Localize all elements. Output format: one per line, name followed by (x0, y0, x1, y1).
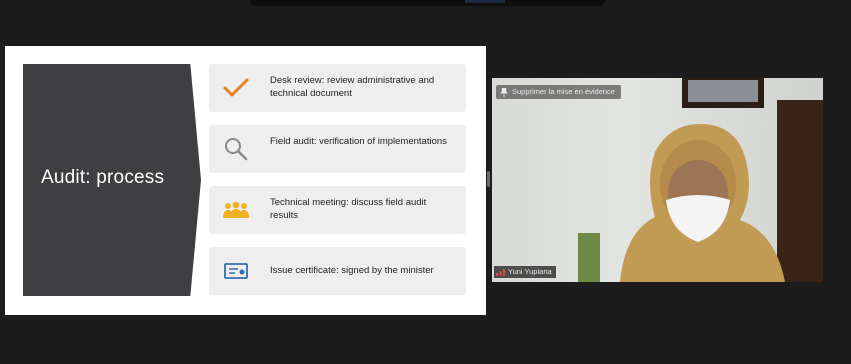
split-drag-handle[interactable] (487, 171, 490, 187)
shared-slide: Audit: process Desk review: review admin… (5, 46, 486, 315)
step-card-desk-review: Desk review: review administrative and t… (209, 64, 466, 112)
slide-title-panel: Audit: process (23, 64, 201, 296)
slide-title: Audit: process (41, 167, 165, 188)
meeting-top-bar (250, 0, 605, 6)
step-card-technical-meeting: Technical meeting: discuss field audit r… (209, 186, 466, 234)
checkmark-icon (221, 74, 251, 102)
step-text: Issue certificate: signed by the ministe… (270, 265, 434, 276)
wall-picture-frame (682, 78, 764, 108)
plant (578, 233, 600, 282)
certificate-icon (221, 257, 251, 285)
remove-spotlight-label: Supprimer la mise en évidence (512, 87, 615, 96)
participant-name: Yuni Yupiana (508, 267, 552, 276)
signal-bars-icon (496, 268, 505, 276)
participant-video-tile[interactable]: Supprimer la mise en évidence Yuni Yupia… (492, 78, 823, 282)
pin-icon (500, 87, 508, 97)
step-card-field-audit: Field audit: verification of implementat… (209, 125, 466, 173)
step-text: Desk review: review administrative and t… (270, 75, 435, 99)
participant-figure (620, 124, 785, 282)
step-text: Field audit: verification of implementat… (270, 136, 447, 147)
step-card-issue-certificate: Issue certificate: signed by the ministe… (209, 247, 466, 295)
people-group-icon (221, 196, 251, 224)
magnifier-icon (221, 135, 251, 163)
step-text: Technical meeting: discuss field audit r… (270, 197, 427, 221)
remove-spotlight-button[interactable]: Supprimer la mise en évidence (496, 85, 621, 99)
participant-name-tag: Yuni Yupiana (494, 266, 556, 278)
